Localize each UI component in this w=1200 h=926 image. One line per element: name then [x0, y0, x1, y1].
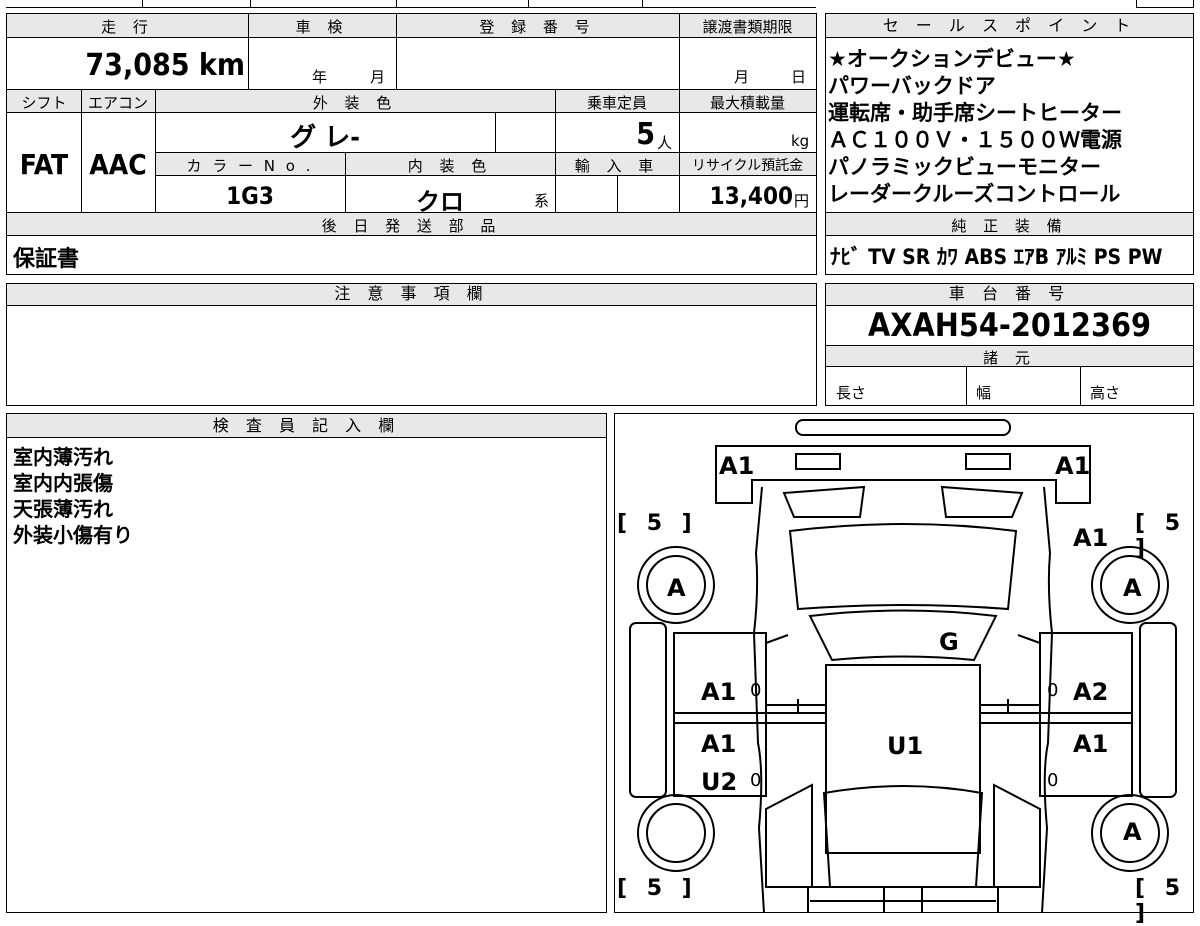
damage-code: A [667, 574, 686, 602]
sales-point-item: ★オークションデビュー★ [828, 47, 1076, 71]
registration-header: 登 録 番 号 [479, 18, 596, 36]
inspector-box: 検 査 員 記 入 欄 室内薄汚れ 室内内張傷 天張薄汚れ 外装小傷有り [6, 413, 607, 913]
interior-color-suffix: 系 [534, 192, 550, 210]
inspector-header: 検 査 員 記 入 欄 [7, 414, 606, 438]
capacity-value: 5 [636, 117, 655, 152]
sales-point-item: ＡＣ１００Ｖ・１５００Ｗ電源 [828, 128, 1122, 152]
max-load-unit: kg [791, 132, 810, 150]
sales-point-item: 運転席・助手席シートヒーター [828, 101, 1122, 125]
shift-header: シフト [21, 94, 67, 112]
sales-point-header: セ ー ル ス ポ イ ン ト [826, 14, 1193, 38]
spec-length: 長さ [836, 384, 867, 402]
sales-point-item: パノラミックビューモニター [828, 155, 1101, 179]
tire-mark: [ 5 ] [1135, 511, 1187, 561]
aircon-header: エアコン [87, 94, 148, 112]
later-parts-value: 保証書 [13, 247, 80, 272]
aircon-value: AAC [89, 148, 147, 181]
equipment-value: ﾅﾋﾞ TV SR ｶﾜ ABS ｴｱB ｱﾙﾐ PS PW [830, 245, 1163, 269]
damage-code: A1 [701, 678, 737, 706]
transfer-day: 日 [791, 68, 807, 86]
max-load-header: 最大積載量 [709, 94, 785, 112]
car-outline-svg [629, 419, 1177, 913]
tire-mark: [ 5 ] [617, 511, 698, 536]
zero-mark: 0 [750, 770, 762, 791]
spec-height: 高さ [1090, 384, 1121, 402]
shaken-header: 車 検 [295, 18, 349, 36]
shift-value: FAT [19, 148, 69, 181]
chassis-header: 車 台 番 号 [826, 284, 1193, 306]
zero-mark: 0 [750, 680, 762, 701]
interior-color-header: 内 装 色 [407, 157, 493, 175]
inspector-notes: 室内薄汚れ 室内内張傷 天張薄汚れ 外装小傷有り [13, 444, 133, 548]
notes-box: 注 意 事 項 欄 [6, 283, 817, 406]
damage-code: U2 [701, 768, 738, 796]
vehicle-info-table: 走 行 車 検 登 録 番 号 譲渡書類期限 73,085 km 年 月 月 日… [6, 13, 817, 275]
mileage-header: 走 行 [101, 18, 154, 36]
sales-point-box: セ ー ル ス ポ イ ン ト ★オークションデビュー★ パワーバックドア 運転… [825, 13, 1194, 275]
tire-mark: [ 5 ] [1135, 876, 1187, 926]
color-no-header: カ ラ ー N o . [186, 157, 314, 175]
recycle-fee-unit: 円 [794, 192, 810, 210]
exterior-color-header: 外 装 色 [312, 94, 398, 112]
damage-code: A1 [1073, 730, 1109, 758]
damage-code: U1 [887, 732, 924, 760]
car-diagram: A1 A1 A1 A A G A1 A2 A1 U1 A1 U2 A [ 5 ]… [614, 413, 1194, 926]
color-no-value: 1G3 [226, 182, 274, 210]
inspector-note: 外装小傷有り [13, 523, 133, 547]
damage-code: A [1123, 818, 1142, 846]
damage-code: G [939, 628, 959, 656]
specs-header: 諸 元 [983, 349, 1036, 367]
recycle-fee-value: 13,400 [709, 182, 793, 210]
spec-width: 幅 [976, 384, 992, 402]
recycle-fee-header: リサイクル預託金 [691, 158, 804, 174]
chassis-box: 車 台 番 号 AXAH54-2012369 諸 元 長さ 幅 高さ [825, 283, 1194, 406]
later-parts-header: 後 日 発 送 部 品 [321, 217, 502, 235]
damage-code: A1 [1073, 524, 1109, 552]
inspector-note: 室内内張傷 [13, 471, 113, 495]
zero-mark: 0 [1047, 770, 1059, 791]
damage-code: A1 [719, 452, 755, 480]
zero-mark: 0 [1047, 680, 1059, 701]
transfer-month: 月 [734, 68, 750, 86]
tire-mark: [ 5 ] [617, 876, 698, 901]
shaken-month: 月 [370, 68, 386, 86]
top-strip-right [1136, 0, 1194, 8]
sales-point-list: ★オークションデビュー★ パワーバックドア 運転席・助手席シートヒーター ＡＣ１… [828, 46, 1122, 208]
inspector-note: 室内薄汚れ [13, 445, 113, 469]
damage-code: A [1123, 574, 1142, 602]
sales-point-item: レーダークルーズコントロール [828, 182, 1121, 206]
transfer-deadline-header: 譲渡書類期限 [702, 18, 793, 36]
damage-code: A1 [701, 730, 737, 758]
import-header: 輸 入 車 [574, 157, 660, 175]
top-strip [6, 0, 816, 8]
exterior-color-value: グ レ- [290, 123, 360, 153]
shaken-year: 年 [312, 68, 328, 86]
sales-point-item: パワーバックドア [828, 74, 996, 98]
equipment-header: 純 正 装 備 [951, 217, 1068, 235]
damage-code: A2 [1073, 678, 1109, 706]
mileage-value: 73,085 km [85, 48, 245, 83]
damage-code: A1 [1055, 452, 1091, 480]
capacity-header: 乗車定員 [586, 94, 647, 112]
inspector-note: 天張薄汚れ [13, 497, 113, 521]
chassis-number: AXAH54-2012369 [867, 306, 1152, 344]
notes-header: 注 意 事 項 欄 [7, 284, 816, 306]
capacity-unit: 人 [657, 134, 673, 152]
